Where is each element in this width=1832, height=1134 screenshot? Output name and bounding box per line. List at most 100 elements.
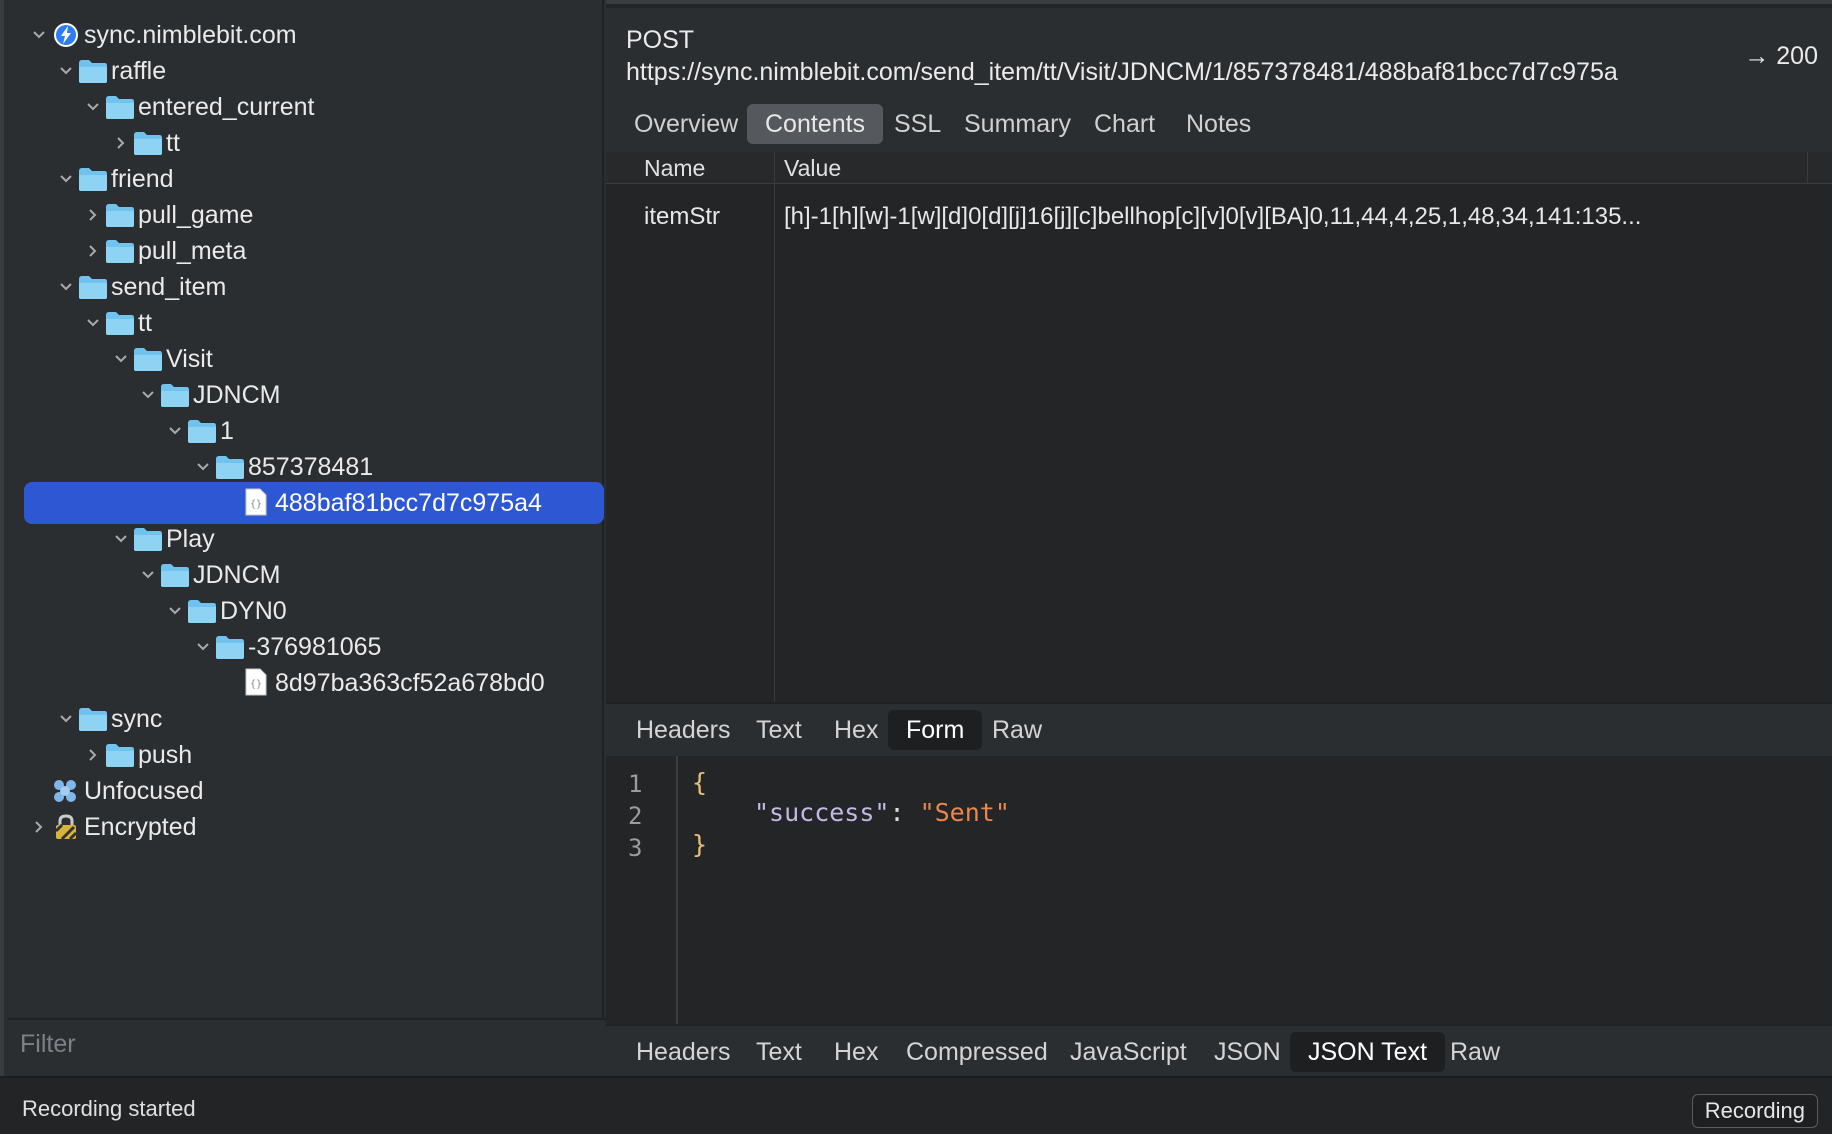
chevron-down-icon[interactable] [84,314,102,332]
response-body-editor[interactable]: 1 2 3 { "success": "Sent" } [606,756,1832,1024]
tree-label: tt [138,308,152,337]
json-close-brace: } [692,830,708,859]
folder-icon [104,741,136,769]
tab-overview[interactable]: Overview [616,104,756,144]
column-divider [1807,152,1808,184]
response-view-tabbar: Headers Text Hex Compressed JavaScript J… [606,1024,1832,1080]
folder-icon [186,597,218,625]
overview-tabbar: Overview Contents SSL Summary Chart Note… [606,98,1832,152]
folder-icon [159,561,191,589]
chevron-down-icon[interactable] [194,458,212,476]
chevron-down-icon[interactable] [57,170,75,188]
recording-button[interactable]: Recording [1691,1094,1818,1128]
tab-notes[interactable]: Notes [1168,104,1269,144]
chevron-down-icon[interactable] [57,710,75,728]
tab-response-hex[interactable]: Hex [816,1032,896,1072]
tab-response-headers[interactable]: Headers [618,1032,749,1072]
tab-chart[interactable]: Chart [1076,104,1173,144]
tree-label: entered_current [138,92,315,121]
request-url: https://sync.nimblebit.com/send_item/tt/… [626,58,1618,86]
folder-icon [214,633,246,661]
tree-label: tt [166,128,180,157]
tree-label: JDNCM [193,380,281,409]
json-open-brace: { [692,768,708,797]
tree-label: Visit [166,344,213,373]
tree-label: 8d97ba363cf52a678bd0 [275,668,545,697]
line-number: 2 [628,802,643,830]
chevron-down-icon[interactable] [139,386,157,404]
folder-icon [214,453,246,481]
unfocused-icon [50,777,80,805]
tab-request-hex[interactable]: Hex [816,710,896,750]
request-method: POST [626,26,695,54]
chevron-down-icon[interactable] [139,566,157,584]
tree-label: Encrypted [84,812,197,841]
chevron-down-icon[interactable] [194,638,212,656]
tab-response-json[interactable]: JSON [1196,1032,1299,1072]
tab-response-compressed[interactable]: Compressed [888,1032,1066,1072]
json-value: "Sent" [919,798,1010,827]
folder-icon [77,705,109,733]
folder-icon [132,129,164,157]
json-line: "success": "Sent" [754,798,1010,827]
folder-icon [104,201,136,229]
chevron-down-icon[interactable] [166,602,184,620]
tab-request-raw[interactable]: Raw [974,710,1060,750]
request-detail-panel: POST https://sync.nimblebit.com/send_ite… [606,0,1832,1080]
tree-label: 857378481 [248,452,374,481]
status-code-value: 200 [1776,42,1818,70]
tree-row-encrypted[interactable]: Encrypted [4,806,604,848]
chevron-down-icon[interactable] [84,98,102,116]
tab-request-text[interactable]: Text [738,710,820,750]
form-field-value: [h]-1[h][w]-1[w][d]0[d][j]16[j][c]bellho… [784,203,1642,230]
chevron-down-icon[interactable] [30,26,48,44]
folder-icon [159,381,191,409]
tab-summary[interactable]: Summary [946,104,1089,144]
tab-response-json-text[interactable]: JSON Text [1290,1032,1446,1072]
folder-icon [77,165,109,193]
tab-response-javascript[interactable]: JavaScript [1052,1032,1205,1072]
tree-label: 488baf81bcc7d7c975a4 [275,488,542,517]
chevron-right-icon[interactable] [112,134,130,152]
column-divider[interactable] [774,152,775,702]
json-file-icon: {} [244,668,268,696]
tree-label: send_item [111,272,227,301]
request-header: POST https://sync.nimblebit.com/send_ite… [606,8,1832,98]
tree-label: -376981065 [248,632,382,661]
chevron-down-icon[interactable] [57,278,75,296]
form-table-header: Name Value [606,152,1832,184]
tab-request-form[interactable]: Form [888,710,983,750]
arrow-right-icon: → [1744,42,1770,70]
chevron-down-icon[interactable] [112,350,130,368]
chevron-right-icon[interactable] [84,746,102,764]
tab-response-text[interactable]: Text [738,1032,820,1072]
chevron-down-icon[interactable] [166,422,184,440]
folder-icon [104,309,136,337]
chevron-right-icon[interactable] [30,818,48,836]
chevron-down-icon[interactable] [112,530,130,548]
tree-label: push [138,740,193,769]
column-header-name[interactable]: Name [644,155,705,182]
tree-label: sync.nimblebit.com [84,20,297,49]
tree-label: pull_game [138,200,254,229]
tab-request-headers[interactable]: Headers [618,710,749,750]
svg-text:{}: {} [250,499,262,510]
status-bar: Recording started Recording [0,1076,1832,1134]
tree-label: Unfocused [84,776,204,805]
chevron-down-icon[interactable] [57,62,75,80]
tree-label: DYN0 [220,596,287,625]
folder-icon [77,273,109,301]
tab-contents[interactable]: Contents [747,104,884,144]
lock-icon [52,813,80,841]
lightning-globe-icon [52,21,80,49]
form-field-name: itemStr [644,203,721,230]
status-message: Recording started [22,1096,196,1121]
chevron-right-icon[interactable] [84,242,102,260]
json-colon: : [889,798,920,827]
column-header-value[interactable]: Value [784,155,841,182]
tab-response-raw[interactable]: Raw [1432,1032,1518,1072]
chevron-right-icon[interactable] [84,206,102,224]
folder-icon [132,345,164,373]
filter-input[interactable] [8,1020,608,1069]
form-table-body: itemStr [h]-1[h][w]-1[w][d]0[d][j]16[j][… [606,185,1832,701]
